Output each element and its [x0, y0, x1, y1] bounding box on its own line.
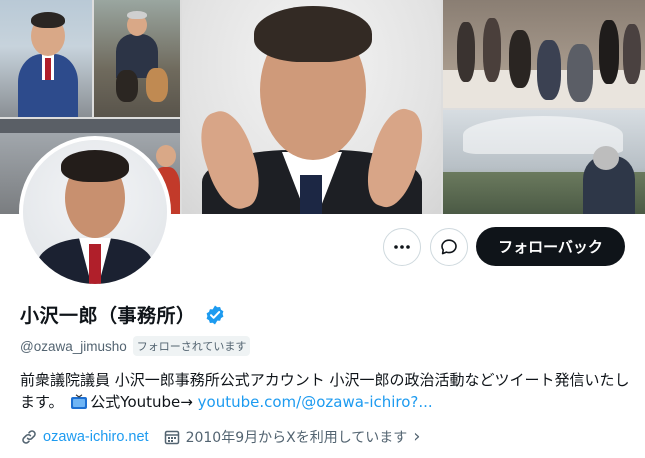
banner-photo-main: [182, 0, 441, 214]
message-icon: [441, 239, 457, 255]
profile-meta-row: ozawa-ichiro.net 2010年9月からXを利用しています ›: [20, 426, 435, 447]
profile-handle-row: @ozawa_jimusho フォローされています: [20, 336, 251, 356]
chevron-right-icon: ›: [413, 426, 421, 447]
profile-bio: 前衆議院議員 小沢一郎事務所公式アカウント 小沢一郎の政治活動などツイート発信い…: [20, 369, 630, 413]
follows-you-badge: フォローされています: [132, 336, 251, 356]
calendar-icon: [164, 430, 179, 444]
website-item[interactable]: ozawa-ichiro.net: [20, 428, 149, 446]
follow-back-button[interactable]: フォローバック: [476, 227, 625, 266]
tv-icon: [71, 394, 88, 409]
banner-photo-1: [0, 0, 92, 117]
link-icon: [22, 429, 36, 444]
joined-date-item[interactable]: 2010年9月からXを利用しています ›: [163, 426, 421, 447]
banner-photo-group: [443, 0, 645, 108]
profile-avatar[interactable]: [19, 136, 171, 288]
more-dots-icon: [394, 245, 410, 249]
profile-handle: @ozawa_jimusho: [20, 338, 127, 354]
website-link[interactable]: ozawa-ichiro.net: [43, 429, 149, 445]
message-button[interactable]: [430, 228, 468, 266]
bio-youtube-label: 公式Youtube→: [90, 393, 193, 411]
profile-display-name: 小沢一郎（事務所）: [20, 305, 196, 327]
profile-name-row: 小沢一郎（事務所）: [20, 301, 226, 328]
joined-date-text: 2010年9月からXを利用しています: [185, 429, 408, 446]
more-button[interactable]: [383, 228, 421, 266]
banner-photo-rally: [443, 110, 645, 214]
verified-badge-icon[interactable]: [204, 304, 226, 326]
banner-photo-2: [94, 0, 180, 117]
bio-youtube-link[interactable]: youtube.com/@ozawa-ichiro?...: [198, 393, 433, 411]
